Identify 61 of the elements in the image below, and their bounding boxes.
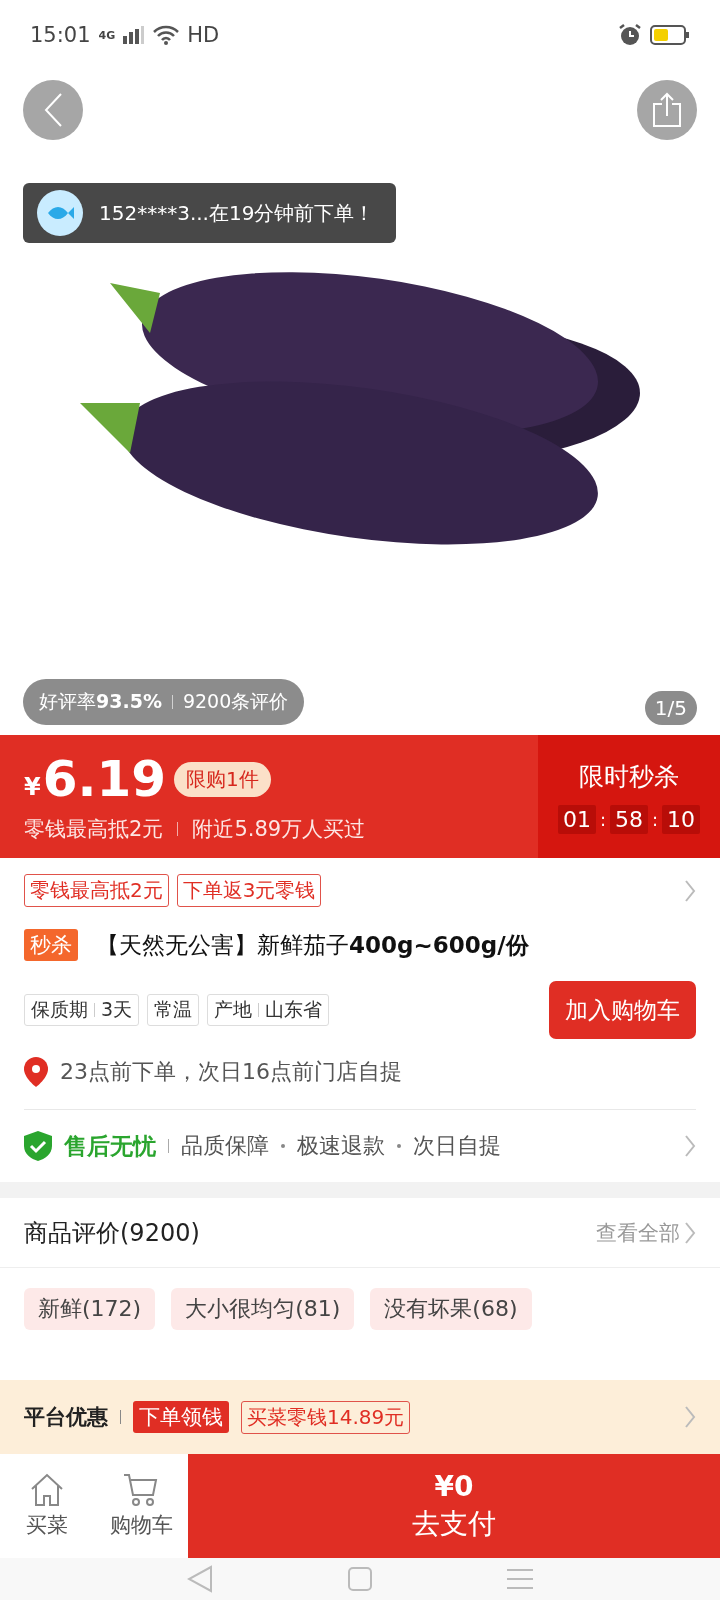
purchase-limit: 限购1件 xyxy=(174,761,271,797)
home-icon xyxy=(29,1473,65,1507)
location-pin-icon xyxy=(24,1057,48,1087)
promo-title: 平台优惠 xyxy=(24,1404,108,1431)
reviews-title: 商品评价(9200) xyxy=(24,1217,200,1249)
shield-check-icon xyxy=(24,1131,52,1161)
price-note: 零钱最高抵2元 xyxy=(24,816,164,843)
back-icon xyxy=(43,92,63,128)
back-nav-icon[interactable] xyxy=(187,1565,214,1593)
hd-indicator: HD xyxy=(187,23,220,47)
spec-label: 常温 xyxy=(154,997,193,1022)
chevron-icon xyxy=(684,1405,696,1429)
countdown-digits: 10 xyxy=(662,804,701,834)
status-time: 15:01 xyxy=(30,23,91,47)
share-button[interactable] xyxy=(637,80,697,140)
guarantee-item: 品质保障 xyxy=(181,1132,269,1160)
wifi-icon xyxy=(153,25,180,45)
guarantee-item: 极速退款 xyxy=(297,1132,385,1160)
price-note: 附近5.89万人买过 xyxy=(192,816,366,843)
review-count: 9200条评价 xyxy=(182,689,289,714)
toast-text: 152****3...在19分钟前下单！ xyxy=(99,199,375,227)
countdown-digits: 01 xyxy=(557,804,596,834)
review-tag[interactable]: 没有坏果(68) xyxy=(370,1288,532,1330)
coupon-tag: 下单返3元零钱 xyxy=(176,874,322,907)
chevron-right-icon xyxy=(684,1220,696,1245)
image-counter: 1/5 xyxy=(644,691,697,725)
product-title: 【天然无公害】新鲜茄子400g~600g/份 xyxy=(96,930,529,960)
home-nav-icon[interactable] xyxy=(348,1567,372,1591)
flash-sale-badge: 秒杀 xyxy=(24,929,78,961)
countdown-colon: : xyxy=(599,808,606,830)
chevron-icon xyxy=(684,1134,696,1158)
guarantee-item: 次日自提 xyxy=(413,1132,501,1160)
guarantee-title: 售后无忧 xyxy=(64,1131,156,1161)
flash-sale-title: 限时秒杀 xyxy=(579,760,679,793)
fish-icon xyxy=(46,205,74,221)
signal-icon xyxy=(123,26,146,44)
positive-rate: 好评率93.5% xyxy=(39,689,162,714)
alarm-icon xyxy=(618,23,642,47)
checkout-button[interactable]: ¥0 去支付 xyxy=(188,1454,720,1558)
delivery-info: 23点前下单，次日16点前门店自提 xyxy=(60,1058,402,1086)
spec-label: 产地 xyxy=(214,997,253,1022)
review-tag[interactable]: 新鲜(172) xyxy=(24,1288,156,1330)
back-button[interactable] xyxy=(23,80,83,140)
share-icon xyxy=(652,92,682,128)
currency-symbol: ¥ xyxy=(24,773,41,801)
chevron-icon xyxy=(684,878,696,903)
countdown-colon: : xyxy=(652,808,659,830)
promo-badge: 下单领钱 xyxy=(133,1401,229,1433)
spec-value: 山东省 xyxy=(265,997,323,1022)
review-tag[interactable]: 大小很均匀(81) xyxy=(171,1288,355,1330)
promo-coupon: 买菜零钱14.89元 xyxy=(241,1400,411,1434)
price: 6.19 xyxy=(42,749,167,809)
network-type: 4G xyxy=(98,28,116,42)
countdown-digits: 58 xyxy=(610,804,648,834)
cart-icon xyxy=(123,1473,159,1507)
battery-icon xyxy=(650,24,690,46)
coupon-tag: 零钱最高抵2元 xyxy=(24,874,169,907)
spec-value: 3天 xyxy=(101,997,133,1022)
spec-label: 保质期 xyxy=(31,997,88,1022)
add-to-cart-button[interactable]: 加入购物车 xyxy=(549,981,696,1039)
menu-icon[interactable] xyxy=(506,1568,533,1590)
